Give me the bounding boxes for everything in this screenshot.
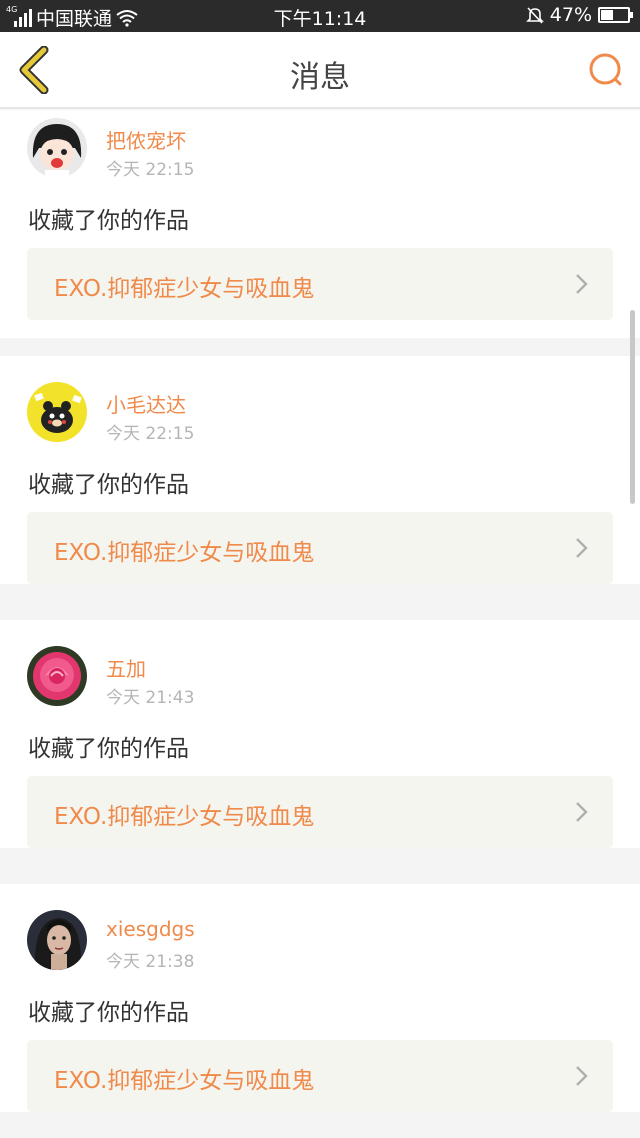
username[interactable]: 把侬宠坏 <box>106 125 186 154</box>
avatar[interactable] <box>27 118 87 178</box>
avatar[interactable] <box>27 646 87 706</box>
status-right: 47% <box>525 4 633 26</box>
username[interactable]: xiesgdgs <box>106 917 195 941</box>
chevron-right-icon <box>576 274 588 294</box>
search-icon <box>589 53 622 86</box>
status-bar: 4G 中国联通 下午11:14 47% <box>0 0 640 32</box>
work-link[interactable]: EXO.抑郁症少女与吸血鬼 <box>27 776 613 848</box>
message-card: xiesgdgs 今天 21:38 收藏了你的作品 EXO.抑郁症少女与吸血鬼 <box>0 884 640 1112</box>
chevron-right-icon <box>576 802 588 822</box>
message-card: 小毛达达 今天 22:15 收藏了你的作品 EXO.抑郁症少女与吸血鬼 <box>0 356 640 584</box>
page-title: 消息 <box>290 60 350 95</box>
work-title: EXO.抑郁症少女与吸血鬼 <box>54 276 315 302</box>
action-text: 收藏了你的作品 <box>28 736 189 762</box>
work-link[interactable]: EXO.抑郁症少女与吸血鬼 <box>27 248 613 320</box>
avatar[interactable] <box>27 910 87 970</box>
bear-on-yellow-avatar-icon <box>27 382 87 442</box>
timestamp: 今天 21:38 <box>106 952 195 972</box>
pink-rose-avatar-icon <box>27 646 87 706</box>
message-card: 把侬宠坏 今天 22:15 收藏了你的作品 EXO.抑郁症少女与吸血鬼 <box>0 110 640 338</box>
action-text: 收藏了你的作品 <box>28 472 189 498</box>
search-button[interactable] <box>586 50 626 90</box>
action-text: 收藏了你的作品 <box>28 208 189 234</box>
message-card: 五加 今天 21:43 收藏了你的作品 EXO.抑郁症少女与吸血鬼 <box>0 620 640 848</box>
timestamp: 今天 22:15 <box>106 160 195 180</box>
chevron-right-icon <box>576 538 588 558</box>
portrait-avatar-icon <box>27 910 87 970</box>
chevron-right-icon <box>576 1066 588 1086</box>
work-title: EXO.抑郁症少女与吸血鬼 <box>54 1068 315 1094</box>
mute-icon <box>525 7 544 24</box>
username[interactable]: 五加 <box>106 653 146 682</box>
avatar[interactable] <box>27 382 87 442</box>
header-bar: 消息 <box>0 32 640 109</box>
action-text: 收藏了你的作品 <box>28 1000 189 1026</box>
username[interactable]: 小毛达达 <box>106 389 186 418</box>
scrollbar[interactable] <box>630 310 635 504</box>
battery-percent: 47% <box>549 4 592 26</box>
work-title: EXO.抑郁症少女与吸血鬼 <box>54 540 315 566</box>
work-link[interactable]: EXO.抑郁症少女与吸血鬼 <box>27 1040 613 1112</box>
work-title: EXO.抑郁症少女与吸血鬼 <box>54 804 315 830</box>
timestamp: 今天 21:43 <box>106 688 195 708</box>
timestamp: 今天 22:15 <box>106 424 195 444</box>
work-link[interactable]: EXO.抑郁症少女与吸血鬼 <box>27 512 613 584</box>
battery-icon <box>598 7 633 23</box>
anime-girl-avatar-icon <box>27 118 87 178</box>
